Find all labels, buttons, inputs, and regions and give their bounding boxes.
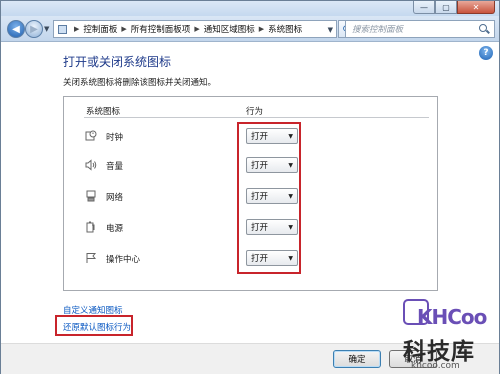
breadcrumb-separator-icon[interactable]: ▶ (74, 25, 79, 33)
control-panel-icon (58, 24, 67, 34)
customize-notification-icons-link[interactable]: 自定义通知图标 (63, 304, 123, 316)
column-header-behavior: 行为 (246, 107, 264, 117)
network-icon (84, 189, 98, 203)
column-header-system-icons: 系统图标 (86, 107, 121, 117)
watermark: KHCoo 科技库 khcoo.com (403, 299, 497, 373)
row-label-clock: 时钟 (106, 133, 124, 143)
search-box[interactable]: 搜索控制面板 (345, 20, 495, 38)
maximize-button[interactable]: ▢ (435, 1, 457, 14)
help-icon[interactable]: ? (479, 46, 493, 60)
volume-icon (84, 158, 98, 172)
address-bar[interactable]: ▶ 控制面板 ▶ 所有控制面板项 ▶ 通知区域图标 ▶ 系统图标 ▼ (53, 20, 337, 38)
ok-button[interactable]: 确定 (333, 350, 381, 368)
breadcrumb-separator-icon[interactable]: ▶ (259, 25, 264, 33)
control-panel-window: — ▢ ✕ ◀ ▶ ▼ ▶ 控制面板 ▶ 所有控制面板项 ▶ 通知区域图标 ▶ … (0, 0, 500, 374)
navigation-bar: ◀ ▶ ▼ ▶ 控制面板 ▶ 所有控制面板项 ▶ 通知区域图标 ▶ 系统图标 ▼… (1, 16, 499, 42)
breadcrumb-system-icons[interactable]: 系统图标 (268, 23, 302, 35)
caption-buttons: — ▢ ✕ (413, 1, 495, 15)
clock-icon (84, 129, 98, 143)
breadcrumb-all-items[interactable]: 所有控制面板项 (131, 23, 191, 35)
close-button[interactable]: ✕ (457, 1, 495, 14)
restore-default-behavior-link[interactable]: 还原默认图标行为 (63, 321, 131, 333)
row-label-power: 电源 (106, 224, 124, 234)
power-icon (84, 220, 98, 234)
watermark-url: khcoo.com (411, 361, 460, 371)
watermark-logo: KHCoo (417, 305, 487, 329)
breadcrumb-control-panel[interactable]: 控制面板 (83, 23, 117, 35)
highlight-box-behavior (237, 122, 301, 274)
window-caption: — ▢ ✕ (1, 1, 499, 16)
row-label-action-center: 操作中心 (106, 255, 141, 265)
header-divider (84, 117, 429, 118)
address-dropdown-icon[interactable]: ▼ (328, 26, 333, 34)
back-button[interactable]: ◀ (7, 20, 25, 38)
forward-button[interactable]: ▶ (25, 20, 43, 38)
search-icon[interactable] (477, 22, 491, 36)
minimize-button[interactable]: — (413, 1, 435, 14)
page-title: 打开或关闭系统图标 (63, 55, 172, 69)
page-description: 关闭系统图标将删除该图标并关闭通知。 (63, 78, 217, 88)
breadcrumb-separator-icon[interactable]: ▶ (121, 25, 126, 33)
row-label-volume: 音量 (106, 162, 124, 172)
flag-icon (84, 251, 98, 265)
breadcrumb-notification-icons[interactable]: 通知区域图标 (204, 23, 255, 35)
search-input[interactable]: 搜索控制面板 (352, 23, 477, 35)
breadcrumb-separator-icon[interactable]: ▶ (194, 25, 199, 33)
row-label-network: 网络 (106, 193, 124, 203)
history-dropdown-icon[interactable]: ▼ (44, 25, 49, 33)
